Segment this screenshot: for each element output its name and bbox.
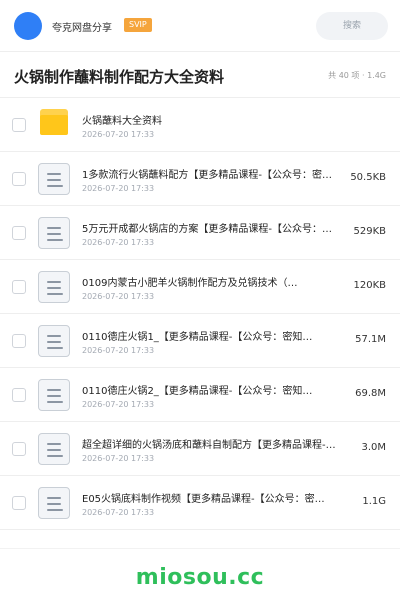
select-checkbox[interactable] xyxy=(12,388,26,402)
file-name: E05火锅底料制作视频【更多精品课程-【公众号：密… xyxy=(82,494,325,505)
file-date: 2026-07-20 17:33 xyxy=(82,292,155,301)
top-header: 夸克网盘分享 SVIP 搜索 xyxy=(0,0,400,52)
title-bar: 火锅制作蘸料制作配方大全资料 共 40 项 · 1.4G xyxy=(0,52,400,98)
list-item-folder[interactable]: 火锅蘸料大全资料 2026-07-20 17:33 xyxy=(0,98,400,152)
footer: miosou.cc xyxy=(0,548,400,600)
file-date: 2026-07-20 17:33 xyxy=(82,400,155,409)
document-icon xyxy=(38,433,70,465)
list-item[interactable]: 0110德庄火锅1_【更多精品课程-【公众号：密知… 2026-07-20 17… xyxy=(0,314,400,368)
file-size: 1.1G xyxy=(362,496,386,507)
sharer-name: 夸克网盘分享 xyxy=(52,23,112,34)
document-icon xyxy=(38,217,70,249)
file-name: 超全超详细的火锅汤底和蘸料自制配方【更多精品课程-… xyxy=(82,440,336,451)
file-name: 0110德庄火锅2_【更多精品课程-【公众号：密知… xyxy=(82,386,313,397)
list-item[interactable]: E05火锅底料制作视频【更多精品课程-【公众号：密… 2026-07-20 17… xyxy=(0,476,400,530)
file-list: 火锅蘸料大全资料 2026-07-20 17:33 1多款流行火锅蘸料配方【更多… xyxy=(0,98,400,530)
file-date: 2026-07-20 17:33 xyxy=(82,508,155,517)
select-checkbox[interactable] xyxy=(12,280,26,294)
file-size: 50.5KB xyxy=(350,172,386,183)
select-checkbox[interactable] xyxy=(12,172,26,186)
list-item[interactable]: 1多款流行火锅蘸料配方【更多精品课程-【公众号：密… 2026-07-20 17… xyxy=(0,152,400,206)
site-watermark: miosou.cc xyxy=(135,565,265,590)
select-checkbox[interactable] xyxy=(12,334,26,348)
file-date: 2026-07-20 17:33 xyxy=(82,346,155,355)
document-icon xyxy=(38,487,70,519)
list-item[interactable]: 0109内蒙古小肥羊火锅制作配方及兑锅技术（… 2026-07-20 17:33… xyxy=(0,260,400,314)
select-checkbox[interactable] xyxy=(12,496,26,510)
search-button[interactable]: 搜索 xyxy=(316,12,388,40)
avatar[interactable] xyxy=(14,12,42,40)
page-title: 火锅制作蘸料制作配方大全资料 xyxy=(14,68,225,86)
list-item[interactable]: 超全超详细的火锅汤底和蘸料自制配方【更多精品课程-… 2026-07-20 17… xyxy=(0,422,400,476)
file-name: 0109内蒙古小肥羊火锅制作配方及兑锅技术（… xyxy=(82,278,298,289)
file-size: 529KB xyxy=(353,226,386,237)
document-icon xyxy=(38,163,70,195)
file-date: 2026-07-20 17:33 xyxy=(82,184,155,193)
select-checkbox[interactable] xyxy=(12,442,26,456)
item-count-size: 共 40 项 · 1.4G xyxy=(328,71,386,80)
file-name: 5万元开成都火锅店的方案【更多精品课程-【公众号：… xyxy=(82,224,332,235)
document-icon xyxy=(38,325,70,357)
folder-icon xyxy=(38,109,70,141)
select-checkbox[interactable] xyxy=(12,118,26,132)
file-size: 3.0M xyxy=(361,442,386,453)
list-item[interactable]: 0110德庄火锅2_【更多精品课程-【公众号：密知… 2026-07-20 17… xyxy=(0,368,400,422)
document-icon xyxy=(38,379,70,411)
file-size: 120KB xyxy=(353,280,386,291)
file-name: 0110德庄火锅1_【更多精品课程-【公众号：密知… xyxy=(82,332,313,343)
file-size: 57.1M xyxy=(355,334,386,345)
select-checkbox[interactable] xyxy=(12,226,26,240)
document-icon xyxy=(38,271,70,303)
file-size: 69.8M xyxy=(355,388,386,399)
file-date: 2026-07-20 17:33 xyxy=(82,130,155,139)
file-date: 2026-07-20 17:33 xyxy=(82,454,155,463)
file-name: 1多款流行火锅蘸料配方【更多精品课程-【公众号：密… xyxy=(82,170,332,181)
svip-badge: SVIP xyxy=(124,18,152,32)
file-name: 火锅蘸料大全资料 xyxy=(82,116,162,127)
file-date: 2026-07-20 17:33 xyxy=(82,238,155,247)
list-item[interactable]: 5万元开成都火锅店的方案【更多精品课程-【公众号：… 2026-07-20 17… xyxy=(0,206,400,260)
